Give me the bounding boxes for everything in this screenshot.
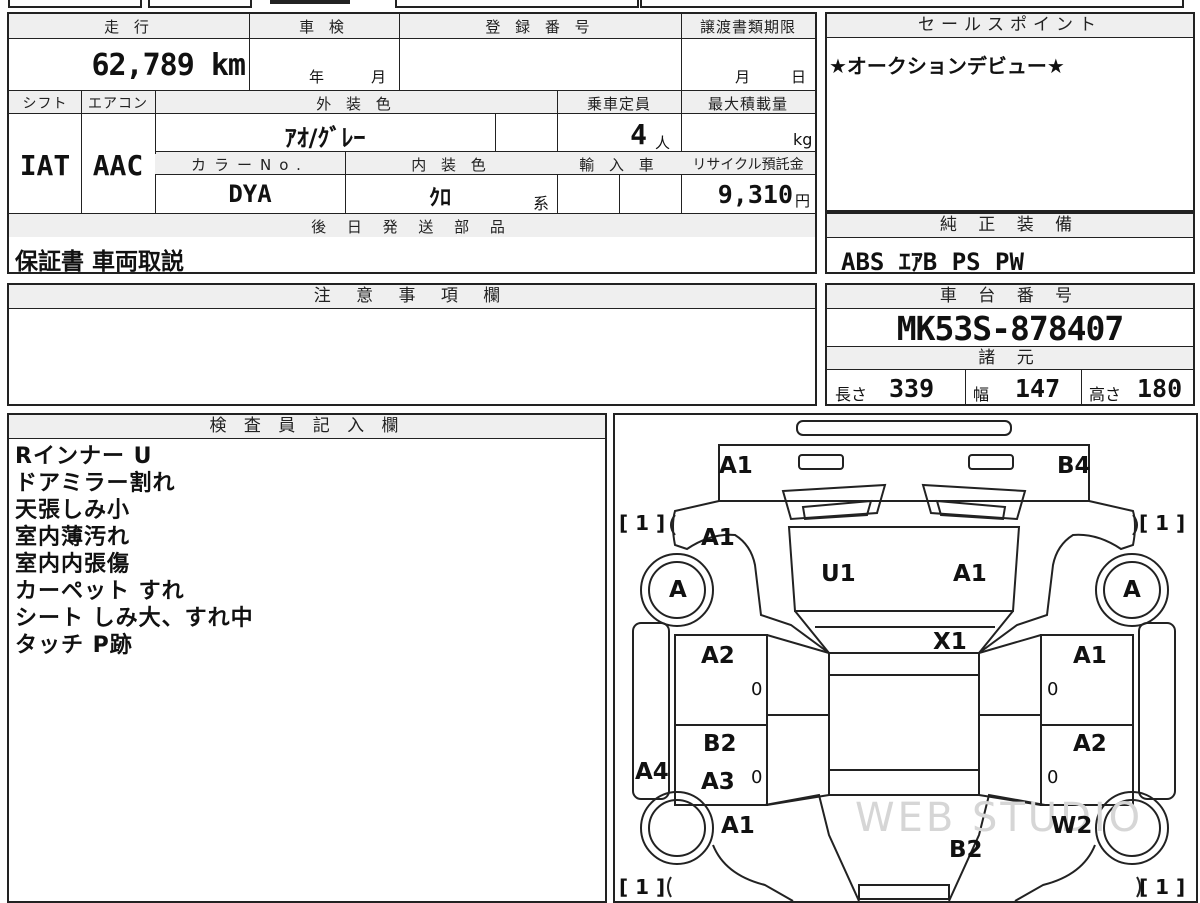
import-header: 輸 入 車 bbox=[557, 154, 681, 175]
spec-width-value: 147 bbox=[1015, 374, 1061, 403]
count-rear-left: [ 1 ] bbox=[619, 875, 666, 899]
capacity-unit: 人 bbox=[655, 134, 671, 152]
code-windshield-right: A1 bbox=[953, 561, 987, 587]
exterior-color-header: 外 装 色 bbox=[155, 93, 557, 114]
inspection-year-unit: 年 bbox=[309, 68, 325, 86]
vehicle-info-table: 走 行 車 検 登 録 番 号 譲渡書類期限 62,789 km 年 月 月 日… bbox=[7, 12, 817, 275]
inspection-header: 車 検 bbox=[249, 16, 399, 37]
count-front-right: [ 1 ] bbox=[1139, 511, 1186, 535]
sales-point-panel: セールスポイント ★オークションデビュー★ bbox=[825, 12, 1195, 212]
aircon-value: AAC bbox=[92, 149, 144, 182]
notes-header: 注 意 事 項 欄 bbox=[9, 285, 815, 309]
inspection-month-unit: 月 bbox=[371, 68, 387, 86]
top-strip bbox=[0, 0, 1200, 8]
mileage-header: 走 行 bbox=[9, 16, 249, 37]
inspector-header: 検 査 員 記 入 欄 bbox=[9, 415, 605, 439]
inspector-note: 室内内張傷 bbox=[15, 552, 131, 577]
chassis-panel: 車 台 番 号 MK53S-878407 諸 元 長さ 339 幅 147 高さ… bbox=[825, 283, 1195, 406]
spec-height-label: 高さ bbox=[1089, 385, 1122, 404]
zero-mark: 0 bbox=[1047, 679, 1059, 700]
max-load-unit: kg bbox=[793, 130, 813, 149]
transfer-day-unit: 日 bbox=[791, 68, 807, 86]
inspector-note: ドアミラー割れ bbox=[15, 471, 176, 496]
recycle-value: 9,310 bbox=[717, 180, 793, 209]
sales-point-header: セールスポイント bbox=[827, 14, 1193, 38]
zero-mark: 0 bbox=[751, 679, 763, 700]
interior-color-suffix: 系 bbox=[533, 194, 550, 213]
capacity-header: 乗車定員 bbox=[557, 93, 681, 114]
registration-header: 登 録 番 号 bbox=[399, 16, 681, 37]
code-front-left: A1 bbox=[719, 453, 753, 479]
aircon-header: エアコン bbox=[81, 93, 155, 113]
interior-color-header: 内 装 色 bbox=[345, 154, 557, 175]
wheel-front-right: A bbox=[1123, 577, 1141, 603]
chassis-header: 車 台 番 号 bbox=[827, 285, 1193, 309]
code-left-front-door: A2 bbox=[701, 643, 735, 669]
spec-height-value: 180 bbox=[1137, 374, 1183, 403]
inspector-note: Rインナー U bbox=[15, 444, 153, 469]
inspector-note: 天張しみ小 bbox=[15, 498, 131, 523]
code-right-rear-door: A2 bbox=[1073, 731, 1107, 757]
transfer-month-unit: 月 bbox=[735, 68, 751, 86]
code-rear-center: B2 bbox=[949, 837, 983, 863]
wheel-front-left: A bbox=[669, 577, 687, 603]
spec-length-label: 長さ bbox=[835, 385, 868, 404]
watermark: WEB STUDIO bbox=[855, 795, 1144, 841]
zero-mark: 0 bbox=[751, 767, 763, 788]
code-front-right: B4 bbox=[1057, 453, 1091, 479]
transfer-deadline-header: 譲渡書類期限 bbox=[681, 16, 815, 37]
code-windshield-left: U1 bbox=[821, 561, 856, 587]
color-no-value: DYA bbox=[228, 180, 272, 208]
color-no-header: カラーNo. bbox=[155, 154, 345, 175]
count-rear-right: [ 1 ] bbox=[1139, 875, 1186, 899]
inspector-panel: 検 査 員 記 入 欄 Rインナー U ドアミラー割れ 天張しみ小 室内薄汚れ … bbox=[7, 413, 607, 903]
genuine-equipment-value: ABS ｴｱB PS PW bbox=[841, 248, 1024, 276]
damage-diagram-panel: WEB STUDIO [ 1 ] [ 1 ] [ 1 ] [ 1 ] A1 B4… bbox=[613, 413, 1198, 903]
recycle-header: リサイクル預託金 bbox=[681, 154, 815, 174]
later-parts-value: 保証書 車両取説 bbox=[15, 249, 185, 275]
genuine-equipment-header: 純 正 装 備 bbox=[827, 214, 1193, 238]
spec-length-value: 339 bbox=[889, 374, 935, 403]
later-parts-header: 後 日 発 送 部 品 bbox=[9, 216, 815, 237]
code-left-rear-fender: A1 bbox=[721, 813, 755, 839]
inspector-note: 室内薄汚れ bbox=[15, 525, 131, 550]
code-roof-front: X1 bbox=[933, 629, 967, 655]
code-hood-left: A1 bbox=[701, 525, 735, 551]
max-load-header: 最大積載量 bbox=[681, 93, 815, 114]
inspector-note: カーペット すれ bbox=[15, 579, 185, 604]
code-left-rear-lower: A3 bbox=[701, 769, 735, 795]
sales-point-text: ★オークションデビュー★ bbox=[829, 54, 1065, 78]
code-left-rear-door: B2 bbox=[703, 731, 737, 757]
chassis-value: MK53S-878407 bbox=[896, 309, 1124, 348]
specs-header: 諸 元 bbox=[827, 346, 1193, 370]
genuine-equipment-panel: 純 正 装 備 ABS ｴｱB PS PW bbox=[825, 212, 1195, 276]
code-right-front-door: A1 bbox=[1073, 643, 1107, 669]
shift-header: シフト bbox=[9, 93, 81, 113]
shift-value: IAT bbox=[19, 149, 71, 182]
interior-color-value: ｸﾛ bbox=[428, 186, 451, 211]
code-left-side: A4 bbox=[635, 759, 669, 785]
exterior-color-value: ｱｵ/ｸﾞﾚｰ bbox=[284, 124, 366, 152]
count-front-left: [ 1 ] bbox=[619, 511, 666, 535]
spec-width-label: 幅 bbox=[973, 385, 990, 404]
code-right-rear-fender: W2 bbox=[1051, 813, 1093, 839]
inspector-note: タッチ P跡 bbox=[15, 633, 133, 658]
recycle-unit: 円 bbox=[795, 192, 811, 210]
mileage-value: 62,789 km bbox=[91, 48, 246, 83]
inspector-note: シート しみ大、すれ中 bbox=[15, 606, 254, 631]
zero-mark: 0 bbox=[1047, 767, 1059, 788]
capacity-value: 4 bbox=[630, 118, 647, 151]
notes-panel: 注 意 事 項 欄 bbox=[7, 283, 817, 406]
